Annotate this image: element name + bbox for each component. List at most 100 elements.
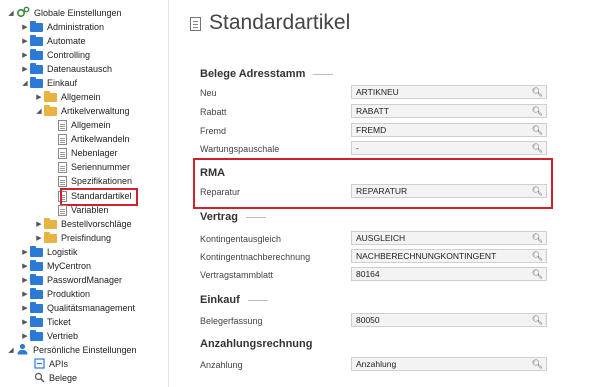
search-icon[interactable]: 🔍︎ (532, 125, 543, 136)
page-icon (58, 147, 67, 159)
tree-item-label: Belege (49, 373, 78, 383)
tree-item-label: Nebenlager (71, 148, 118, 158)
search-icon[interactable]: 🔍︎ (532, 359, 543, 370)
expand-arrow-icon[interactable]: ▶ (20, 65, 30, 73)
panel-divider[interactable] (168, 0, 169, 387)
field-reparatur[interactable]: REPARATUR 🔍︎ (351, 184, 547, 198)
section-einkauf: Einkauf (200, 294, 268, 306)
field-kontingentausgleich[interactable]: AUSGLEICH 🔍︎ (351, 231, 547, 245)
tree-item-artikel-allgemein[interactable]: Allgemein (58, 118, 111, 132)
section-title: RMA (200, 167, 226, 179)
expand-arrow-icon[interactable]: ▶ (34, 220, 44, 228)
tree-item-label: Bestellvorschläge (61, 219, 132, 229)
tree-item-label: Allgemein (71, 120, 111, 130)
expand-arrow-icon[interactable]: ▶ (20, 276, 30, 284)
tree-item-nebenlager[interactable]: Nebenlager (58, 146, 118, 160)
expand-arrow-icon[interactable]: ▶ (20, 290, 30, 298)
search-icon[interactable]: 🔍︎ (532, 251, 543, 262)
page-icon (58, 161, 67, 173)
field-neu[interactable]: ARTIKNEU 🔍︎ (351, 85, 547, 99)
expand-arrow-icon[interactable]: ▶ (20, 332, 30, 340)
tree-item-preisfindung[interactable]: ▶ Preisfindung (34, 231, 111, 245)
tree-item-artikelverwaltung[interactable]: ◢ Artikelverwaltung (34, 104, 130, 118)
collapse-arrow-icon[interactable]: ◢ (6, 9, 16, 17)
collapse-arrow-icon[interactable]: ◢ (34, 107, 44, 115)
tree-item-administration[interactable]: ▶ Administration (20, 20, 104, 34)
tree-item-label: Variablen (71, 205, 109, 215)
section-title: Einkauf (200, 294, 240, 306)
tree-item-einkauf-allgemein[interactable]: ▶ Allgemein (34, 90, 101, 104)
expand-arrow-icon[interactable]: ▶ (34, 93, 44, 101)
tree-item-automate[interactable]: ▶ Automate (20, 34, 86, 48)
section-rule (313, 73, 334, 75)
search-icon[interactable]: 🔍︎ (532, 186, 543, 197)
tree-item-controlling[interactable]: ▶ Controlling (20, 48, 90, 62)
tree-item-label: Spezifikationen (71, 176, 133, 186)
expand-arrow-icon[interactable]: ▶ (20, 37, 30, 45)
folder-icon (30, 329, 43, 341)
field-label-belegerfassung: Belegerfassung (200, 316, 263, 326)
expand-arrow-icon[interactable]: ▶ (20, 248, 30, 256)
collapse-arrow-icon[interactable]: ◢ (20, 79, 30, 87)
field-rabatt[interactable]: RABATT 🔍︎ (351, 104, 547, 118)
tree-item-ticket[interactable]: ▶ Ticket (20, 315, 71, 329)
field-value: FREMD (356, 125, 387, 135)
collapse-arrow-icon[interactable]: ◢ (6, 346, 16, 354)
field-wartungspauschale[interactable]: - 🔍︎ (351, 141, 547, 155)
expand-arrow-icon[interactable]: ▶ (20, 23, 30, 31)
tree-item-qualitaetsmanagement[interactable]: ▶ Qualitätsmanagement (20, 301, 135, 315)
tree-item-label: Controlling (47, 50, 91, 60)
search-icon[interactable]: 🔍︎ (532, 87, 543, 98)
search-icon[interactable]: 🔍︎ (532, 143, 543, 154)
search-icon[interactable]: 🔍︎ (532, 233, 543, 244)
tree-item-logistik[interactable]: ▶ Logistik (20, 245, 78, 259)
field-belegerfassung[interactable]: 80050 🔍︎ (351, 313, 547, 327)
tree-item-label: Automate (47, 36, 86, 46)
folder-icon (44, 217, 57, 229)
field-label-kontingentnachberechnung: Kontingentnachberechnung (200, 252, 311, 262)
tree-item-label: Preisfindung (61, 233, 112, 243)
field-label-anzahlung: Anzahlung (200, 360, 243, 370)
settings-tree: ◢ Globale Einstellungen ▶ Administration… (0, 0, 168, 387)
tree-item-variablen[interactable]: Variablen (58, 203, 108, 217)
tree-item-produktion[interactable]: ▶ Produktion (20, 287, 90, 301)
tree-item-label: Produktion (47, 289, 91, 299)
section-vertrag: Vertrag (200, 211, 266, 223)
expand-arrow-icon[interactable]: ▶ (20, 262, 30, 270)
tree-item-persoenliche-einstellungen[interactable]: ◢ Persönliche Einstellungen (6, 343, 137, 357)
field-value: Anzahlung (356, 359, 397, 369)
expand-arrow-icon[interactable]: ▶ (20, 51, 30, 59)
tree-item-seriennummer[interactable]: Seriennummer (58, 160, 130, 174)
tree-item-bestellvorschlaege[interactable]: ▶ Bestellvorschläge (34, 217, 132, 231)
tree-item-einkauf[interactable]: ◢ Einkauf (20, 76, 77, 90)
tree-item-vertrieb[interactable]: ▶ Vertrieb (20, 329, 78, 343)
field-value: ARTIKNEU (356, 87, 399, 97)
tree-item-mycentron[interactable]: ▶ MyCentron (20, 259, 91, 273)
tree-item-spezifikationen[interactable]: Spezifikationen (58, 174, 132, 188)
tree-item-apis[interactable]: APIs (34, 357, 68, 371)
field-anzahlung[interactable]: Anzahlung 🔍︎ (351, 357, 547, 371)
section-title: Vertrag (200, 211, 238, 223)
expand-arrow-icon[interactable]: ▶ (20, 318, 30, 326)
field-fremd[interactable]: FREMD 🔍︎ (351, 123, 547, 137)
expand-arrow-icon[interactable]: ▶ (20, 304, 30, 312)
tree-item-artikelwandeln[interactable]: Artikelwandeln (58, 132, 130, 146)
field-value: - (356, 143, 359, 153)
section-title: Belege Adresstamm (200, 68, 306, 80)
tree-item-passwordmanager[interactable]: ▶ PasswordManager (20, 273, 122, 287)
tree-item-datenaustausch[interactable]: ▶ Datenaustausch (20, 62, 112, 76)
tree-item-globale-einstellungen[interactable]: ◢ Globale Einstellungen (6, 6, 122, 20)
tree-item-label: Datenaustausch (47, 64, 113, 74)
field-kontingentnachberechnung[interactable]: NACHBERECHNUNGKONTINGENT 🔍︎ (351, 249, 547, 263)
tree-item-label: Administration (47, 22, 105, 32)
tree-item-label: Globale Einstellungen (34, 8, 122, 18)
tree-item-belege[interactable]: Belege (34, 371, 77, 385)
field-vertragstammblatt[interactable]: 80164 🔍︎ (351, 267, 547, 281)
folder-icon (30, 259, 43, 271)
field-label-rabatt: Rabatt (200, 107, 227, 117)
search-icon[interactable]: 🔍︎ (532, 269, 543, 280)
search-icon[interactable]: 🔍︎ (532, 315, 543, 326)
search-icon[interactable]: 🔍︎ (532, 106, 543, 117)
field-value: REPARATUR (356, 186, 408, 196)
expand-arrow-icon[interactable]: ▶ (34, 234, 44, 242)
